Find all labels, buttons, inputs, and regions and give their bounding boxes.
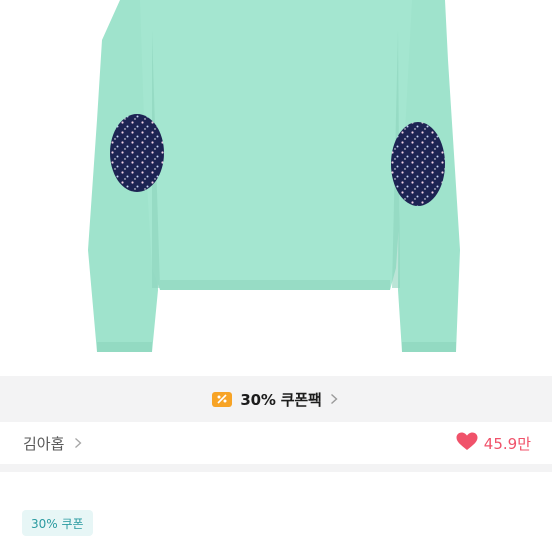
coupon-badge: 30% 쿠폰: [22, 510, 93, 536]
coupon-pack-banner[interactable]: 30% 쿠폰팩: [0, 376, 552, 422]
chevron-right-icon: [330, 393, 340, 405]
heart-icon: [456, 432, 478, 455]
like-button[interactable]: 45.9만: [456, 422, 531, 464]
coupon-ticket-icon: [212, 391, 233, 407]
right-elbow-patch: [391, 122, 445, 206]
shop-row: 김아홉 45.9만: [0, 422, 552, 464]
section-divider: [0, 464, 552, 472]
like-count: 45.9만: [483, 434, 531, 453]
product-image[interactable]: [0, 0, 552, 376]
left-elbow-patch: [110, 114, 164, 192]
shop-link[interactable]: 김아홉: [23, 422, 84, 464]
shirt-body: [140, 0, 412, 290]
coupon-pack-label: 30% 쿠폰팩: [240, 390, 322, 409]
shop-name: 김아홉: [23, 434, 65, 453]
chevron-right-icon: [74, 437, 84, 449]
